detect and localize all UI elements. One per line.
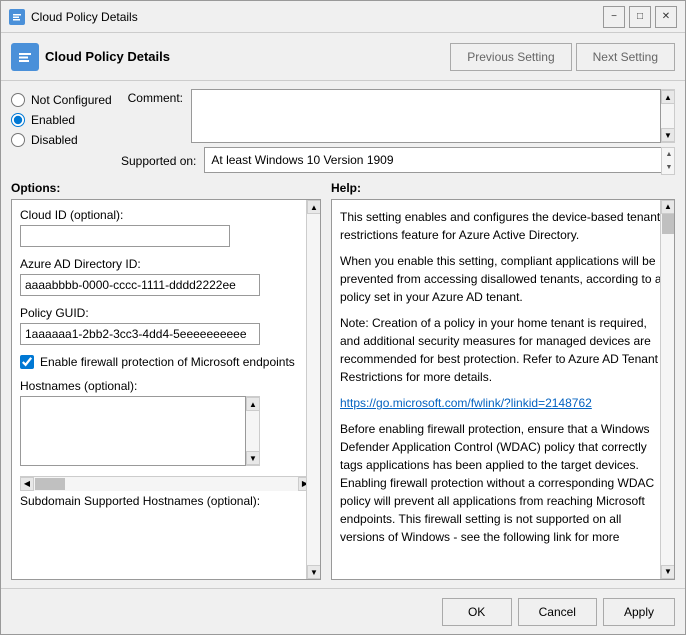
top-section: Not Configured Enabled Disabled Comment:: [11, 89, 675, 175]
radio-disabled-label: Disabled: [31, 133, 78, 147]
help-para-1: When you enable this setting, compliant …: [340, 252, 666, 306]
hostnames-field: Hostnames (optional): ▲ ▼: [20, 379, 312, 466]
help-scroll-down[interactable]: ▼: [661, 565, 675, 579]
comment-supported-area: Comment: ▲ ▼ Supported on:: [121, 89, 675, 175]
help-scroll-track: [661, 214, 674, 565]
help-scrollbar: ▲ ▼: [660, 200, 674, 579]
ok-button[interactable]: OK: [442, 598, 512, 626]
radio-not-configured-input[interactable]: [11, 93, 25, 107]
options-horiz-scrollbar: ◀ ▶: [20, 476, 312, 490]
supported-label: Supported on:: [121, 154, 204, 168]
radio-not-configured[interactable]: Not Configured: [11, 93, 121, 107]
window-title: Cloud Policy Details: [31, 10, 138, 24]
comment-textarea[interactable]: [191, 89, 661, 143]
cloud-id-label: Cloud ID (optional):: [20, 208, 312, 222]
horiz-scroll-track: [34, 477, 298, 491]
azure-ad-label: Azure AD Directory ID:: [20, 257, 312, 271]
radio-enabled-input[interactable]: [11, 113, 25, 127]
radio-disabled-input[interactable]: [11, 133, 25, 147]
panels-row: Options: Cloud ID (optional): Azure AD D…: [11, 181, 675, 580]
supported-scroll-down[interactable]: ▼: [662, 161, 676, 174]
comment-area-wrapper: ▲ ▼: [191, 89, 675, 143]
hostnames-scrollbar: ▲ ▼: [246, 396, 260, 466]
policy-guid-input[interactable]: [20, 323, 260, 345]
left-panel: Options: Cloud ID (optional): Azure AD D…: [11, 181, 321, 580]
cancel-button[interactable]: Cancel: [518, 598, 597, 626]
policy-guid-field: Policy GUID:: [20, 306, 312, 345]
comment-scroll-track: [661, 104, 674, 128]
comment-label: Comment:: [121, 89, 191, 105]
title-bar-left: Cloud Policy Details: [9, 9, 138, 25]
radio-disabled[interactable]: Disabled: [11, 133, 121, 147]
apply-button[interactable]: Apply: [603, 598, 675, 626]
right-panel: Help: This setting enables and configure…: [331, 181, 675, 580]
minimize-button[interactable]: −: [603, 6, 625, 28]
firewall-checkbox[interactable]: [20, 355, 34, 369]
previous-setting-button[interactable]: Previous Setting: [450, 43, 571, 71]
comment-scroll-down[interactable]: ▼: [661, 128, 675, 142]
hostnames-textarea-outer: ▲ ▼: [20, 396, 260, 466]
options-label: Options:: [11, 181, 321, 195]
window-icon: [9, 9, 25, 25]
comment-row: Comment: ▲ ▼: [121, 89, 675, 143]
help-para-0: This setting enables and configures the …: [340, 208, 666, 244]
horiz-scroll-left[interactable]: ◀: [20, 477, 34, 491]
radio-enabled[interactable]: Enabled: [11, 113, 121, 127]
radio-group: Not Configured Enabled Disabled: [11, 89, 121, 175]
restore-button[interactable]: □: [629, 6, 651, 28]
cloud-id-input[interactable]: [20, 225, 230, 247]
supported-scrollbar: ▲ ▼: [661, 147, 675, 175]
supported-value-outer: ▲ ▼: [204, 147, 675, 175]
options-scrollbar: ▲ ▼: [306, 200, 320, 579]
radio-enabled-label: Enabled: [31, 113, 75, 127]
horiz-scroll-thumb[interactable]: [35, 478, 65, 490]
azure-ad-input[interactable]: [20, 274, 260, 296]
hostnames-wrap: ▲ ▼: [20, 396, 260, 466]
toolbar-title: Cloud Policy Details: [45, 49, 170, 64]
help-label: Help:: [331, 181, 675, 195]
toolbar-icon: [11, 43, 39, 71]
help-link[interactable]: https://go.microsoft.com/fwlink/?linkid=…: [340, 396, 592, 410]
supported-row: Supported on: ▲ ▼: [121, 147, 675, 175]
firewall-checkbox-row: Enable firewall protection of Microsoft …: [20, 355, 312, 369]
hostnames-label: Hostnames (optional):: [20, 379, 312, 393]
options-scroll-up[interactable]: ▲: [307, 200, 321, 214]
supported-value-input: [204, 147, 661, 173]
comment-scrollbar: ▲ ▼: [661, 89, 675, 143]
hostnames-scroll-track: [246, 411, 259, 451]
help-scroll-thumb[interactable]: [662, 214, 674, 234]
hostnames-scroll-up[interactable]: ▲: [246, 397, 260, 411]
content-area: Not Configured Enabled Disabled Comment:: [1, 81, 685, 588]
help-box: This setting enables and configures the …: [331, 199, 675, 580]
title-bar-controls: − □ ✕: [603, 6, 677, 28]
help-link-para: https://go.microsoft.com/fwlink/?linkid=…: [340, 394, 666, 412]
policy-guid-label: Policy GUID:: [20, 306, 312, 320]
help-para-4: Before enabling firewall protection, ens…: [340, 420, 666, 546]
next-setting-button[interactable]: Next Setting: [576, 43, 675, 71]
help-para-2: Note: Creation of a policy in your home …: [340, 314, 666, 386]
toolbar-icon-area: Cloud Policy Details: [11, 43, 170, 71]
footer: OK Cancel Apply: [1, 588, 685, 634]
close-button[interactable]: ✕: [655, 6, 677, 28]
title-bar: Cloud Policy Details − □ ✕: [1, 1, 685, 33]
toolbar: Cloud Policy Details Previous Setting Ne…: [1, 33, 685, 81]
supported-scroll-up[interactable]: ▲: [662, 148, 676, 161]
subdomain-label: Subdomain Supported Hostnames (optional)…: [20, 494, 312, 508]
comment-scroll-up[interactable]: ▲: [661, 90, 675, 104]
hostnames-textarea[interactable]: [20, 396, 246, 466]
main-window: Cloud Policy Details − □ ✕ Cloud Policy …: [0, 0, 686, 635]
options-scroll-track: [307, 214, 320, 565]
radio-not-configured-label: Not Configured: [31, 93, 112, 107]
help-scroll-up[interactable]: ▲: [661, 200, 675, 214]
options-box: Cloud ID (optional): Azure AD Directory …: [11, 199, 321, 580]
nav-buttons: Previous Setting Next Setting: [450, 43, 675, 71]
firewall-checkbox-label: Enable firewall protection of Microsoft …: [40, 355, 295, 369]
cloud-id-field: Cloud ID (optional):: [20, 208, 312, 247]
azure-ad-field: Azure AD Directory ID:: [20, 257, 312, 296]
hostnames-scroll-down[interactable]: ▼: [246, 451, 260, 465]
options-scroll-down[interactable]: ▼: [307, 565, 321, 579]
